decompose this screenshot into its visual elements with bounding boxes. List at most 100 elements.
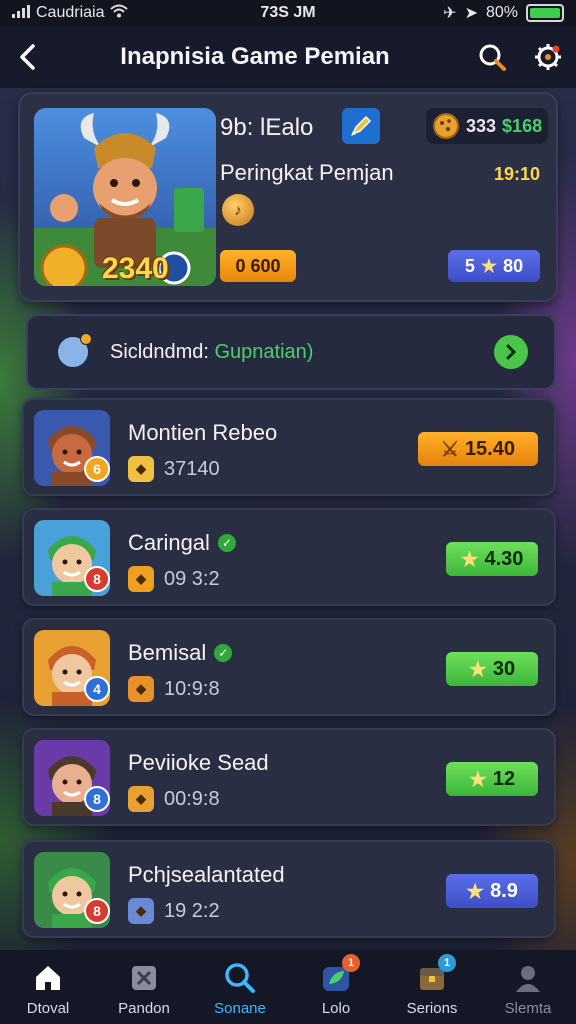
list-item-name-wrap: Bemisal ✓: [128, 640, 233, 666]
list-item[interactable]: 8 Caringal ✓ ◆ 09 3:2 ★ 4.30: [22, 508, 556, 606]
list-item-meta-value: 19 2:2: [164, 899, 220, 922]
schedule-banner[interactable]: Sicldndmd: Gupnatian): [26, 314, 556, 390]
verified-icon: ✓: [217, 534, 236, 552]
status-bar: Caudriaia 73S JM ✈ ➤ 80%: [0, 0, 576, 26]
status-time: 73S JM: [260, 4, 316, 21]
coins-display: 333 $168: [426, 108, 548, 144]
star-icon: ★: [468, 768, 487, 791]
nav-item-lolo[interactable]: 1 Lolo: [288, 950, 384, 1024]
star-icon: ★: [466, 880, 485, 903]
list-item-name: Montien Rebeo: [128, 420, 278, 445]
list-item[interactable]: 6 Montien Rebeo ◆ 37140 ⚔ 15.40: [22, 398, 556, 496]
list-item-name: Bemisal: [128, 640, 207, 665]
stars-left: 5: [464, 255, 475, 276]
list-item-meta: ◆ 00:9:8: [128, 786, 220, 812]
carrier-name: Caudriaia: [36, 4, 105, 21]
gear-icon: [535, 44, 561, 70]
search-button[interactable]: [464, 26, 520, 88]
list-item[interactable]: 4 Bemisal ✓ ◆ 10:9:8 ★ 30: [22, 618, 556, 716]
rank-time: 19:10: [494, 164, 541, 184]
score-value: 30: [492, 657, 516, 680]
nav-item-home[interactable]: Dtoval: [0, 950, 96, 1024]
level-badge: 8: [84, 566, 110, 592]
bottom-nav: Dtoval Pandon Sonane 1 Lolo 1 Serions Sl…: [0, 950, 576, 1024]
list-item-name: Caringal: [128, 530, 210, 555]
stars-badge: 5 ★ 80: [448, 250, 540, 282]
coins-value-a: 333: [466, 115, 497, 136]
chevron-right-icon: [506, 344, 517, 360]
level-badge: 4: [84, 676, 110, 702]
settings-button[interactable]: [520, 26, 576, 88]
list-item-name: Peviioke Sead: [128, 750, 269, 775]
list-item-meta-value: 09 3:2: [164, 567, 220, 590]
score-value: 4.30: [484, 547, 524, 570]
score-value: 8.9: [490, 879, 518, 902]
list-item-meta-value: 00:9:8: [164, 787, 220, 810]
nav-label: Slemta: [504, 1000, 552, 1017]
user-icon: [510, 960, 546, 996]
profile-card: 2340 9b: lEalo 333 $168 Peringkat Pemjan…: [18, 92, 558, 302]
nav-item-search[interactable]: Sonane: [192, 950, 288, 1024]
edit-icon: [351, 115, 372, 136]
page-title: Inapnisia Game Pemian: [120, 43, 390, 70]
rank-label: Peringkat Pemjan: [220, 160, 394, 185]
nav-label: Serions: [406, 1000, 458, 1017]
score-badge[interactable]: ★ 4.30: [446, 542, 538, 576]
meta-icon: ◆: [128, 456, 154, 482]
search-icon: [479, 44, 506, 71]
cookie-icon: [433, 113, 459, 139]
level-badge: 8: [84, 786, 110, 812]
nav-item-slemta[interactable]: Slemta: [480, 950, 576, 1024]
nav-label: Pandon: [118, 1000, 170, 1017]
score-value: 12: [492, 767, 516, 790]
schedule-go-button[interactable]: [494, 335, 528, 369]
app-header: Inapnisia Game Pemian: [0, 26, 576, 88]
home-icon: [30, 960, 66, 996]
avatar-score: 2340: [102, 252, 169, 285]
level-badge: 6: [84, 456, 110, 482]
star-icon: ★: [468, 658, 487, 681]
list-item[interactable]: 8 Pchjsealantated ◆ 19 2:2 ★ 8.9: [22, 840, 556, 938]
wifi-icon: [110, 4, 129, 23]
nav-badge: 1: [438, 954, 456, 972]
list-item-meta-value: 37140: [164, 457, 220, 480]
level-badge: 8: [84, 898, 110, 924]
nav-item-pandon[interactable]: Pandon: [96, 950, 192, 1024]
list-item-name: Pchjsealantated: [128, 862, 285, 887]
list-item-meta: ◆ 19 2:2: [128, 898, 220, 924]
leaf-icon: 1: [318, 954, 360, 996]
edit-profile-button[interactable]: [342, 108, 380, 144]
chest-icon: 1: [414, 954, 456, 996]
meta-icon: ◆: [128, 898, 154, 924]
star-icon: ★: [460, 548, 479, 571]
list-item-meta: ◆ 10:9:8: [128, 676, 220, 702]
location-icon: ➤: [464, 5, 478, 22]
list-item-meta-value: 10:9:8: [164, 677, 220, 700]
schedule-avatar: [56, 333, 92, 369]
back-arrow-icon: [20, 44, 35, 70]
list-item-meta: ◆ 37140: [128, 456, 220, 482]
search-icon: [222, 960, 258, 996]
battery-icon: [526, 4, 564, 22]
battery-percent: 80%: [485, 4, 518, 21]
list-item-name-wrap: Pchjsealantated: [128, 862, 285, 888]
score-value: 15.40: [464, 437, 515, 460]
score-badge[interactable]: ★ 8.9: [446, 874, 538, 908]
meta-icon: ◆: [128, 566, 154, 592]
list-item-name-wrap: Peviioke Sead: [128, 750, 269, 776]
list-item-name-wrap: Montien Rebeo: [128, 420, 277, 446]
trophy-icon: ⚔: [441, 438, 459, 461]
score-badge[interactable]: ⚔ 15.40: [418, 432, 538, 466]
list-item[interactable]: 8 Peviioke Sead ◆ 00:9:8 ★ 12: [22, 728, 556, 826]
back-button[interactable]: [0, 26, 56, 88]
coins-value-b: $168: [502, 115, 543, 136]
nav-label: Sonane: [214, 1000, 266, 1017]
score-badge[interactable]: ★ 12: [446, 762, 538, 796]
star-icon: ★: [480, 255, 498, 276]
nav-item-serions[interactable]: 1 Serions: [384, 950, 480, 1024]
nav-label: Lolo: [321, 1000, 351, 1017]
rank-badge-icon: ♪: [222, 194, 254, 226]
score-badge[interactable]: ★ 30: [446, 652, 538, 686]
signal-icon: [12, 4, 30, 23]
verified-icon: ✓: [214, 644, 233, 662]
